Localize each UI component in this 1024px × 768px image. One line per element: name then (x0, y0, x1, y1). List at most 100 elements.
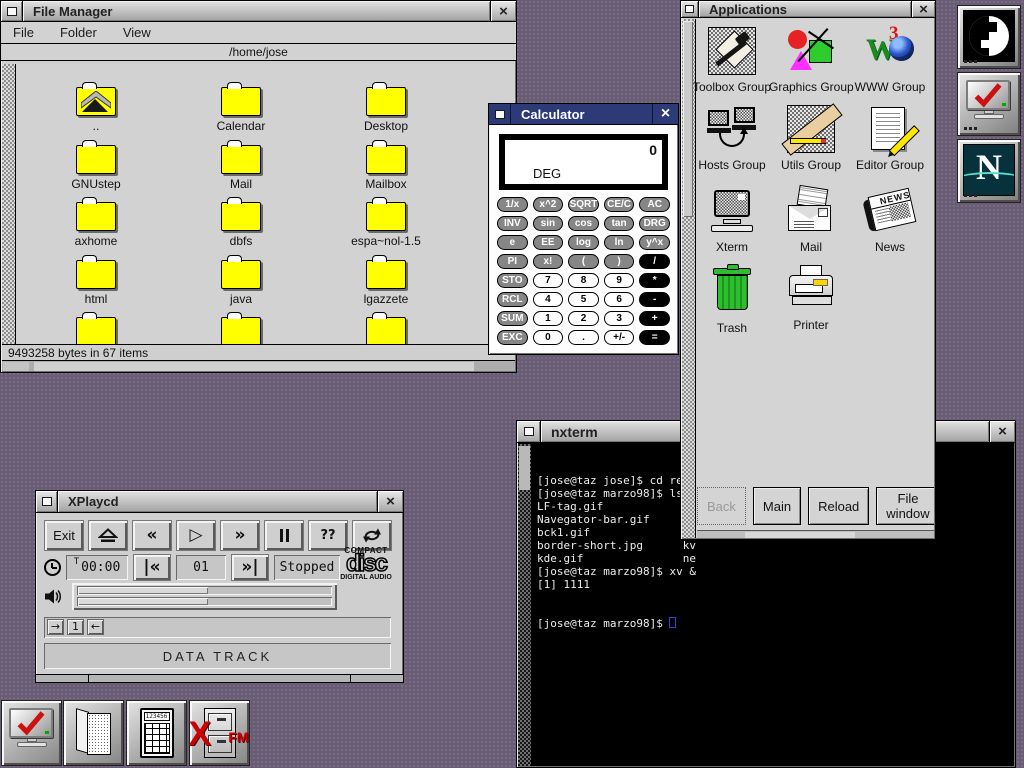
window-menu-button[interactable] (489, 104, 511, 124)
pause-button[interactable] (264, 520, 304, 551)
window-menu-button[interactable] (1, 1, 23, 21)
eject-button[interactable] (88, 520, 128, 551)
window-menu-button[interactable] (517, 421, 541, 442)
menu-folder[interactable]: Folder (60, 25, 97, 43)
scrollbar-thumb[interactable] (745, 532, 855, 538)
close-button[interactable]: × (377, 491, 403, 512)
folder-item[interactable]: espa~nol-1.5 (321, 195, 451, 248)
calc-key-4[interactable]: 4 (533, 292, 564, 307)
calc-key-sto[interactable]: STO (497, 273, 528, 288)
folder-item[interactable]: Desktop (321, 80, 451, 133)
folder-item[interactable]: java (176, 253, 306, 306)
dock-button-xman-book[interactable] (63, 700, 124, 766)
folder-item[interactable]: axhome (31, 195, 161, 248)
resize-handle[interactable] (36, 674, 403, 682)
calc-key-ac[interactable]: AC (639, 197, 670, 212)
calc-key-cec[interactable]: CE/C (604, 197, 635, 212)
main-button[interactable]: Main (753, 487, 801, 525)
wharf-button-netscape[interactable]: N (957, 139, 1021, 203)
terminal-scrollbar[interactable] (518, 444, 531, 766)
calc-key-cos[interactable]: cos (568, 216, 599, 231)
window-menu-button[interactable] (681, 1, 699, 17)
calc-key-[interactable]: +/- (604, 330, 635, 345)
folder-item[interactable]: Mailbox (321, 138, 451, 191)
calc-key-1[interactable]: 1 (533, 311, 564, 326)
folder-item[interactable]: lgazzete (321, 253, 451, 306)
calc-key-yx[interactable]: y^x (639, 235, 670, 250)
wharf-button-afterstep-logo[interactable] (957, 5, 1021, 69)
wharf-button-xv-monitor[interactable] (957, 72, 1021, 136)
app-item-utils[interactable]: Utils Group (769, 105, 853, 172)
calc-key-[interactable]: . (568, 330, 599, 345)
app-item-trash[interactable]: Trash (690, 265, 774, 335)
calc-key-log[interactable]: log (568, 235, 599, 250)
dock-button-xfm[interactable]: XFM (189, 700, 250, 766)
calc-key-2[interactable]: 2 (568, 311, 599, 326)
forward-button[interactable]: » (220, 520, 260, 551)
menu-file[interactable]: File (13, 25, 34, 43)
calc-key-x[interactable]: x! (533, 254, 564, 269)
applications-horizontal-scrollbar[interactable] (697, 530, 934, 538)
folder-item-partial[interactable] (31, 310, 161, 344)
window-menu-button[interactable] (36, 491, 58, 512)
folder-item[interactable]: Mail (176, 138, 306, 191)
calc-key-ln[interactable]: ln (604, 235, 635, 250)
back-button[interactable]: Back (697, 487, 746, 525)
close-button[interactable]: × (989, 421, 1015, 442)
calc-key-e[interactable]: e (497, 235, 528, 250)
file-window-button[interactable]: File window (876, 487, 934, 525)
app-item-www[interactable]: W3WWW Group (848, 27, 932, 94)
volume-slider[interactable] (72, 583, 337, 610)
fm-horizontal-scrollbar[interactable] (2, 360, 515, 371)
app-item-xterm[interactable]: Xterm (690, 187, 774, 254)
calc-key-sqrt[interactable]: SQRT (568, 197, 599, 212)
app-item-toolbox[interactable]: Toolbox Group (690, 27, 774, 94)
calc-key-pi[interactable]: PI (497, 254, 528, 269)
exit-button[interactable]: Exit (44, 520, 84, 551)
play-button[interactable]: ▷ (176, 520, 216, 551)
folder-item-partial[interactable] (176, 310, 306, 344)
calc-key-ee[interactable]: EE (533, 235, 564, 250)
calc-key-tan[interactable]: tan (604, 216, 635, 231)
app-item-mail[interactable]: Mail (769, 187, 853, 254)
calc-key-x2[interactable]: x^2 (533, 197, 564, 212)
app-item-graphics[interactable]: Graphics Group (769, 27, 853, 94)
calc-key-5[interactable]: 5 (568, 292, 599, 307)
scrollbar-thumb[interactable] (34, 362, 474, 371)
file-manager-titlebar[interactable]: File Manager × (1, 1, 516, 22)
calc-key-[interactable]: ( (568, 254, 599, 269)
close-button[interactable]: × (652, 104, 678, 124)
calc-key-6[interactable]: 6 (604, 292, 635, 307)
dock-button-xv-monitor[interactable] (1, 700, 62, 766)
app-item-printer[interactable]: Printer (769, 265, 853, 332)
xplaycd-titlebar[interactable]: XPlaycd × (36, 491, 403, 513)
app-item-editor[interactable]: Editor Group (848, 105, 932, 172)
close-button[interactable]: × (490, 1, 516, 21)
calc-key-exc[interactable]: EXC (497, 330, 528, 345)
dock-button-xcalc[interactable]: 123456 (126, 700, 187, 766)
menu-view[interactable]: View (123, 25, 151, 43)
calc-key-[interactable]: = (639, 330, 670, 345)
calc-key-[interactable]: - (639, 292, 670, 307)
prev-track-button[interactable]: |« (133, 554, 171, 581)
folder-item[interactable]: Calendar (176, 80, 306, 133)
scrollbar-thumb[interactable] (519, 446, 530, 490)
rewind-button[interactable]: « (132, 520, 172, 551)
calculator-titlebar[interactable]: Calculator × (489, 104, 678, 125)
calc-key-0[interactable]: 0 (533, 330, 564, 345)
applications-titlebar[interactable]: Applications × (681, 1, 935, 18)
calc-key-[interactable]: ) (604, 254, 635, 269)
calc-key-3[interactable]: 3 (604, 311, 635, 326)
folder-item[interactable]: GNUstep (31, 138, 161, 191)
app-item-hosts[interactable]: Hosts Group (690, 105, 774, 172)
next-track-button[interactable]: »| (231, 554, 269, 581)
calc-key-1x[interactable]: 1/x (497, 197, 528, 212)
program-forward-button[interactable]: → (47, 619, 64, 635)
calc-key-7[interactable]: 7 (533, 273, 564, 288)
folder-item-partial[interactable] (321, 310, 451, 344)
folder-item[interactable]: .. (31, 80, 161, 133)
app-item-news[interactable]: NEWSNews (848, 187, 932, 254)
calc-key-[interactable]: / (639, 254, 670, 269)
calc-key-inv[interactable]: INV (497, 216, 528, 231)
volume-bar-thumb[interactable] (78, 598, 208, 605)
